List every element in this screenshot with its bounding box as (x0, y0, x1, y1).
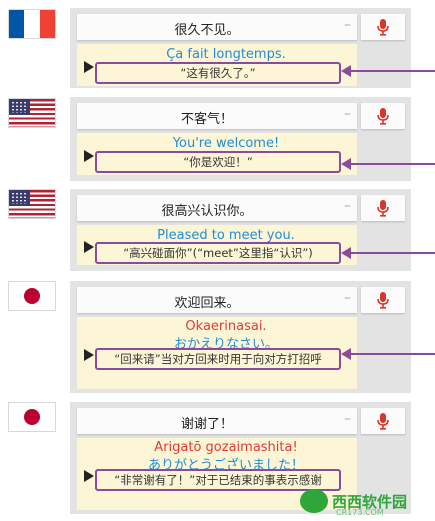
collapse-icon[interactable]: – (344, 17, 351, 33)
microphone-button[interactable] (361, 287, 405, 313)
microphone-icon (377, 199, 389, 217)
play-icon[interactable] (84, 470, 94, 482)
translation-result: You're welcome! “你是欢迎！” (77, 133, 357, 175)
translation-result: Ça fait longtemps. “这有很久了。” (77, 44, 357, 86)
translation-text: You're welcome! (172, 136, 280, 151)
microphone-icon (377, 412, 389, 430)
translation-card: 不客气！ – You're welcome! “你是欢迎！” (70, 97, 411, 181)
microphone-button[interactable] (361, 195, 405, 221)
source-phrase-box[interactable]: 不客气！ – (77, 103, 357, 129)
microphone-icon (377, 18, 389, 36)
translation-result: Pleased to meet you. “高兴碰面你”(“meet”这里指“认… (77, 225, 357, 265)
collapse-icon[interactable]: – (344, 411, 351, 427)
callout-arrow (341, 348, 435, 360)
microphone-button[interactable] (361, 103, 405, 129)
microphone-icon (377, 291, 389, 309)
source-phrase-box[interactable]: 很高兴认识你。 – (77, 195, 357, 221)
play-icon[interactable] (84, 150, 94, 162)
source-phrase: 欢迎回来。 (174, 296, 240, 311)
translation-text: Ça fait longtemps. (166, 47, 286, 62)
france-flag-icon (8, 9, 56, 39)
japan-flag-icon (8, 402, 56, 432)
literal-meaning-note: “这有很久了。” (95, 62, 341, 84)
play-icon[interactable] (84, 61, 94, 73)
translation-card: 欢迎回来。 – Okaerinasai. おかえりなさい。 “回来请”当对方回来… (70, 281, 411, 393)
literal-meaning-note: “回来请”当对方回来时用于向对方打招呼 (95, 348, 341, 370)
collapse-icon[interactable]: – (344, 106, 351, 122)
source-phrase-box[interactable]: 欢迎回来。 – (77, 287, 357, 313)
source-phrase: 谢谢了！ (180, 417, 233, 432)
translation-card: 很高兴认识你。 – Pleased to meet you. “高兴碰面你”(“… (70, 189, 411, 271)
watermark-site: CR173.COM (336, 508, 384, 517)
source-phrase-box[interactable]: 很久不见。 – (77, 14, 357, 40)
play-icon[interactable] (84, 241, 94, 253)
source-phrase: 不客气！ (180, 112, 233, 127)
play-icon[interactable] (84, 349, 94, 361)
collapse-icon[interactable]: – (344, 290, 351, 306)
watermark-logo: 西西软件园 CR173.COM (300, 487, 428, 517)
microphone-button[interactable] (361, 14, 405, 40)
logo-icon (300, 489, 328, 513)
source-phrase: 很久不见。 (174, 23, 240, 38)
source-phrase: 很高兴认识你。 (161, 204, 253, 219)
source-phrase-box[interactable]: 谢谢了！ – (77, 408, 357, 434)
callout-arrow (341, 158, 435, 170)
japan-flag-icon (8, 281, 56, 311)
callout-arrow (341, 65, 435, 77)
callout-arrow (341, 247, 435, 259)
microphone-icon (377, 107, 389, 125)
microphone-button[interactable] (361, 408, 405, 434)
literal-meaning-note: “你是欢迎！” (95, 151, 341, 173)
collapse-icon[interactable]: – (344, 198, 351, 214)
usa-flag-icon (8, 98, 56, 128)
translation-result: Okaerinasai. おかえりなさい。 “回来请”当对方回来时用于向对方打招… (77, 317, 357, 389)
translation-text: Pleased to meet you. (157, 228, 295, 243)
literal-meaning-note: “高兴碰面你”(“meet”这里指“认识”) (95, 242, 341, 264)
translation-text: Arigatō gozaimashita! (154, 440, 298, 455)
usa-flag-icon (8, 189, 56, 219)
translation-card: 很久不见。 – Ça fait longtemps. “这有很久了。” (70, 8, 411, 88)
translation-text: Okaerinasai. (185, 319, 267, 334)
